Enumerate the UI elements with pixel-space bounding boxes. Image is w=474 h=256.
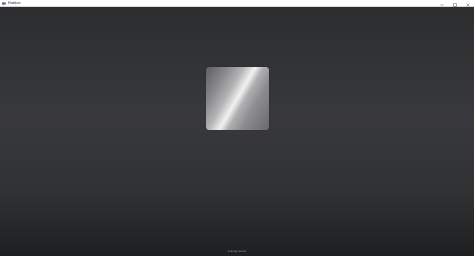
- roblox-app-icon: [2, 1, 6, 5]
- title-bar[interactable]: Roblox: [0, 0, 474, 7]
- app-window: Roblox Joining server: [0, 0, 474, 256]
- loading-status-text: Joining server: [227, 249, 247, 253]
- minimize-button[interactable]: [435, 0, 448, 7]
- maximize-button[interactable]: [448, 0, 461, 7]
- roblox-logo-tile: [206, 67, 269, 130]
- close-button[interactable]: [461, 0, 474, 7]
- window-controls: [435, 0, 474, 7]
- splash-screen: Joining server: [0, 7, 474, 256]
- window-title: Roblox: [8, 0, 21, 5]
